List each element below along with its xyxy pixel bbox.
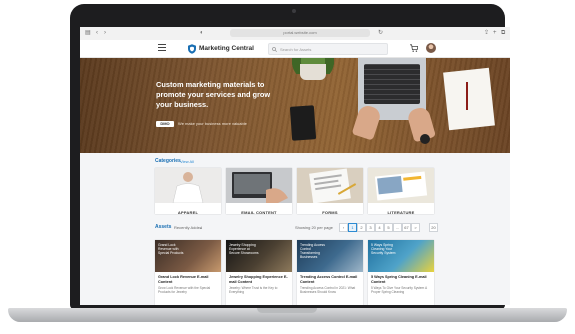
- site-header: Marketing Central Search for Assets: [80, 40, 510, 58]
- hero-banner: Custom marketing materials to promote yo…: [80, 58, 510, 153]
- asset-title: 5 Ways Spring Cleaning E-mail Content: [371, 275, 427, 284]
- asset-overlay-text: Trending Access Control Transforming Bus…: [300, 243, 325, 259]
- sidebar-toggle-icon[interactable]: ▤: [85, 29, 91, 37]
- apparel-image: [155, 168, 221, 204]
- search-input[interactable]: Search for Assets: [268, 43, 388, 55]
- privacy-shield-icon: ◐: [200, 30, 204, 36]
- asset-title: Grand Lock Revenue E-mail Content: [158, 275, 209, 284]
- category-card-apparel[interactable]: APPAREL: [155, 168, 221, 215]
- category-card-literature[interactable]: LITERATURE: [368, 168, 434, 215]
- prev-page-icon[interactable]: ‹: [339, 223, 348, 232]
- asset-title: Jewelry Shopping Experience E-mail Conte…: [229, 275, 288, 284]
- asset-title: Trending Access Control E-mail Content: [300, 275, 358, 284]
- category-label: LITERATURE: [387, 210, 415, 215]
- cart-icon[interactable]: [410, 44, 418, 52]
- watch-image: [420, 134, 430, 144]
- search-icon: [272, 46, 277, 52]
- new-tab-icon[interactable]: +: [493, 29, 497, 37]
- email-content-image: [226, 168, 292, 203]
- user-avatar[interactable]: [426, 43, 436, 53]
- forms-image: [297, 168, 363, 204]
- brand-logo[interactable]: Marketing Central: [188, 43, 254, 54]
- page-button[interactable]: 3: [366, 223, 375, 232]
- browser-toolbar: ▤ ‹ › ◐ portal.website.com ↻ ⇪ + ⧉: [80, 27, 510, 41]
- back-icon[interactable]: ‹: [96, 29, 98, 37]
- asset-description: Trending Access Control in 2021: What Bu…: [300, 286, 356, 294]
- asset-card[interactable]: Jewelry Shopping Experience at Secure Sh…: [226, 240, 292, 305]
- asset-description: 5 Ways To Give Your Security System A Pr…: [371, 286, 427, 294]
- page-button[interactable]: 5: [384, 223, 393, 232]
- asset-card[interactable]: Trending Access Control Transforming Bus…: [297, 240, 363, 305]
- hero-tagline: We make your business more valuable: [178, 121, 247, 126]
- address-bar[interactable]: portal.website.com: [230, 29, 370, 37]
- hamburger-menu-icon[interactable]: [158, 44, 166, 52]
- hero-headline: Custom marketing materials to promote yo…: [156, 80, 271, 109]
- per-page-dropdown[interactable]: Showing 20 per page: [295, 225, 333, 230]
- page-button[interactable]: 1: [348, 223, 357, 232]
- page-size-button[interactable]: 20: [429, 223, 438, 232]
- category-label: APPAREL: [177, 210, 199, 215]
- asset-overlay-text: Grand Lock Revenue with Special Products: [158, 243, 184, 255]
- partner-logo: DMO: [156, 121, 174, 127]
- asset-description: Jewelry: Where Trust is the Key to Every…: [229, 286, 278, 294]
- webcam-icon: [292, 9, 296, 13]
- category-card-email-content[interactable]: EMAIL CONTENT: [226, 168, 292, 215]
- notebook-image: [443, 67, 495, 131]
- forward-icon[interactable]: ›: [104, 29, 106, 37]
- page-button[interactable]: 67: [402, 223, 411, 232]
- pen-image: [466, 82, 468, 110]
- asset-thumbnail: Trending Access Control Transforming Bus…: [297, 240, 363, 272]
- asset-overlay-text: 5 Ways Spring Cleaning Your Security Sys…: [371, 243, 396, 255]
- asset-overlay-text: Jewelry Shopping Experience at Secure Sh…: [229, 243, 259, 255]
- assets-heading: Assets: [155, 224, 172, 230]
- browser-screen: ▤ ‹ › ◐ portal.website.com ↻ ⇪ + ⧉ Marke…: [80, 27, 510, 305]
- reload-icon[interactable]: ↻: [378, 29, 383, 37]
- next-page-button[interactable]: >: [411, 223, 420, 232]
- brand-name: Marketing Central: [199, 45, 254, 52]
- laptop-notch: [257, 308, 317, 313]
- asset-thumbnail: 5 Ways Spring Cleaning Your Security Sys…: [368, 240, 434, 272]
- category-label: FORMS: [322, 210, 338, 215]
- search-placeholder: Search for Assets: [280, 46, 312, 52]
- asset-card[interactable]: Grand Lock Revenue with Special Products…: [155, 240, 221, 305]
- shield-logo-icon: [188, 43, 196, 54]
- keyboard-image: [364, 64, 420, 104]
- asset-description: Grow Lock Revenue with the Special Produ…: [158, 286, 211, 294]
- page-ellipsis: ...: [393, 223, 402, 232]
- page-button[interactable]: 2: [357, 223, 366, 232]
- share-icon[interactable]: ⇪: [484, 29, 489, 37]
- assets-toolbar: Assets Recently Added ⌄ Showing 20 per p…: [155, 223, 438, 233]
- category-label: EMAIL CONTENT: [241, 210, 277, 215]
- asset-thumbnail: Grand Lock Revenue with Special Products: [155, 240, 221, 272]
- literature-image: [368, 168, 434, 203]
- sort-dropdown[interactable]: Recently Added: [174, 225, 202, 230]
- asset-card[interactable]: 5 Ways Spring Cleaning Your Security Sys…: [368, 240, 434, 305]
- chevron-down-icon: ⌄: [199, 225, 203, 230]
- view-all-link[interactable]: View All: [180, 159, 194, 164]
- tablet-image: [289, 105, 317, 141]
- page-button[interactable]: 4: [375, 223, 384, 232]
- asset-thumbnail: Jewelry Shopping Experience at Secure Sh…: [226, 240, 292, 272]
- category-card-forms[interactable]: FORMS: [297, 168, 363, 215]
- categories-heading: Categories: [155, 158, 181, 164]
- tabs-overview-icon[interactable]: ⧉: [501, 29, 505, 37]
- plant-pot-image: [300, 64, 326, 80]
